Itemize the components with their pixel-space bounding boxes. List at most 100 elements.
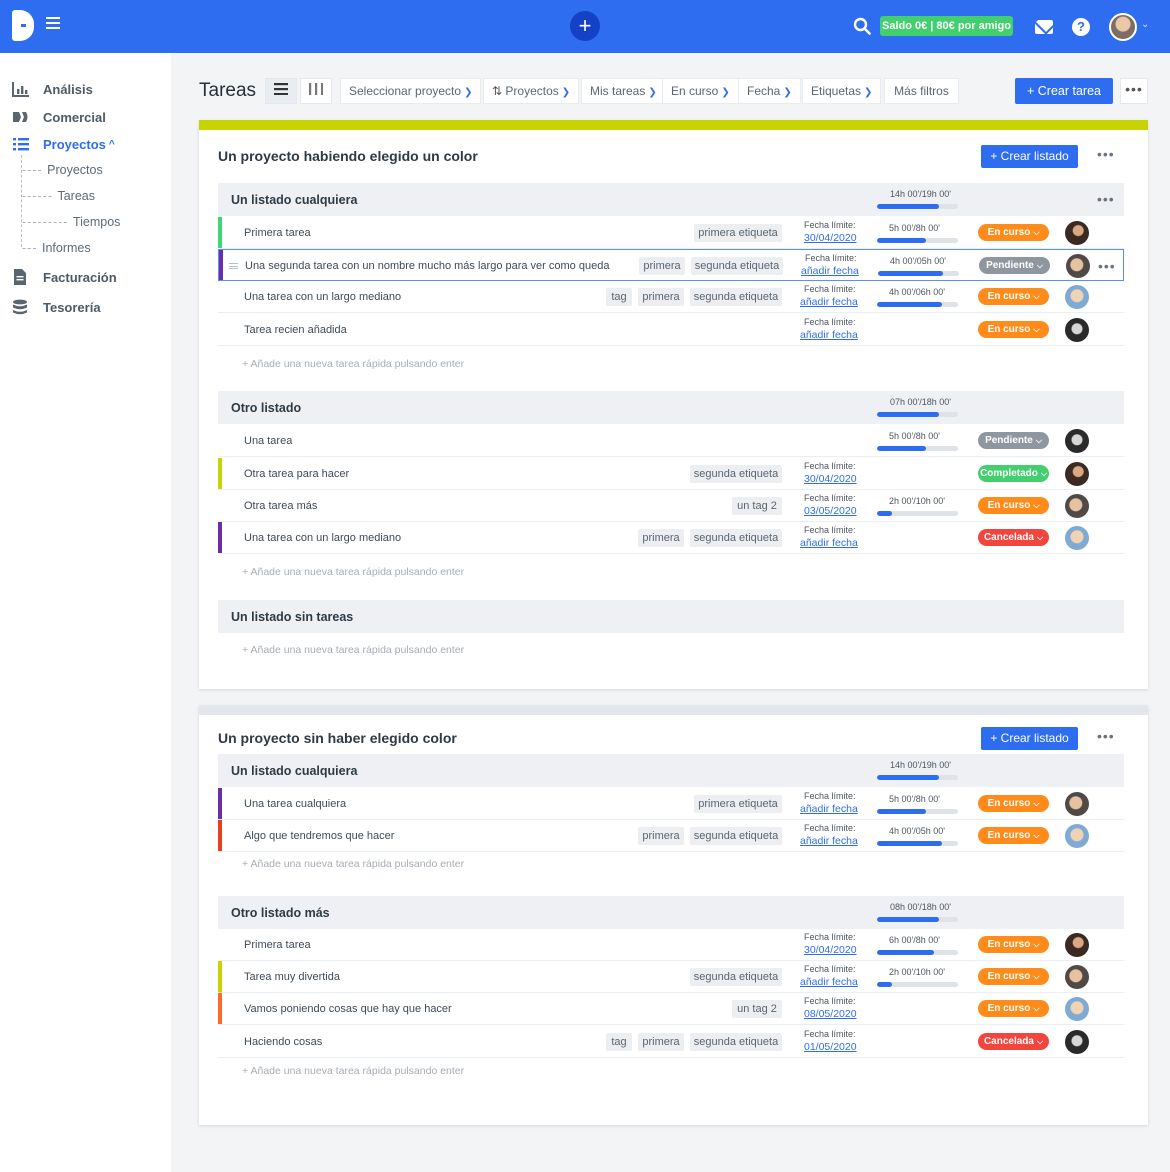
- balance-badge[interactable]: Saldo 0€ | 80€ por amigo: [880, 16, 1013, 36]
- mail-icon[interactable]: [1035, 20, 1053, 34]
- filter-date[interactable]: Fecha ❯: [738, 78, 801, 104]
- task-name[interactable]: Tarea muy divertida: [244, 971, 340, 983]
- help-icon[interactable]: ?: [1072, 18, 1090, 36]
- quick-add-task[interactable]: + Añade una nueva tarea rápida pulsando …: [242, 1065, 464, 1077]
- filter-project-select[interactable]: Seleccionar proyecto ❯: [340, 78, 482, 104]
- due-date-link[interactable]: añadir fecha: [800, 329, 858, 341]
- sidebar-subitem-informes[interactable]: --- Informes: [22, 241, 91, 255]
- task-tag[interactable]: primera: [638, 288, 684, 306]
- due-date-link[interactable]: 30/04/2020: [804, 473, 857, 485]
- assignee-avatar[interactable]: [1066, 254, 1090, 278]
- task-tag[interactable]: primera: [638, 1033, 684, 1051]
- filter-my-tasks[interactable]: Mis tareas ❯: [581, 78, 666, 104]
- list-view-button[interactable]: [265, 78, 297, 104]
- task-row[interactable]: Algo que tendremos que hacer segunda etiq…: [218, 820, 1124, 852]
- status-dropdown[interactable]: En curso ⌵: [978, 497, 1049, 514]
- task-row[interactable]: Una tarea 5h 00'/8h 00' Pendiente ⌵: [218, 425, 1124, 457]
- toolbar-more-button[interactable]: •••: [1120, 78, 1148, 104]
- task-name[interactable]: Algo que tendremos que hacer: [244, 830, 394, 842]
- task-row[interactable]: Otra tarea más un tag 2 Fecha límite: 03/05…: [218, 490, 1124, 522]
- task-row[interactable]: Primera tarea Fecha límite: 30/04/2020 6h 0…: [218, 929, 1124, 961]
- user-avatar[interactable]: [1109, 13, 1137, 41]
- task-tag[interactable]: tag: [606, 1033, 632, 1051]
- task-tag[interactable]: primera: [639, 257, 685, 275]
- filter-sort-projects[interactable]: ⇅ Proyectos ❯: [483, 78, 580, 104]
- task-name[interactable]: Haciendo cosas: [244, 1036, 322, 1048]
- due-date-link[interactable]: 30/04/2020: [804, 944, 857, 956]
- task-row[interactable]: Una tarea cualquiera primera etiqueta Fech…: [218, 788, 1124, 820]
- task-tag[interactable]: un tag 2: [732, 497, 782, 515]
- assignee-avatar[interactable]: [1065, 933, 1089, 957]
- task-name[interactable]: Una tarea cualquiera: [244, 798, 346, 810]
- status-dropdown[interactable]: Completado ⌵: [978, 465, 1049, 482]
- task-name[interactable]: Una tarea: [244, 435, 292, 447]
- status-dropdown[interactable]: Cancelada ⌵: [978, 529, 1049, 546]
- status-dropdown[interactable]: En curso ⌵: [978, 827, 1049, 844]
- task-name[interactable]: Una segunda tarea con un nombre mucho má…: [245, 260, 609, 272]
- status-dropdown[interactable]: Pendiente ⌵: [978, 432, 1049, 449]
- project-more-button[interactable]: •••: [1097, 146, 1115, 162]
- task-name[interactable]: Tarea recien añadida: [244, 324, 347, 336]
- status-dropdown[interactable]: Cancelada ⌵: [978, 1033, 1049, 1050]
- task-row[interactable]: Una tarea con un largo mediano segunda et…: [218, 281, 1124, 313]
- assignee-avatar[interactable]: [1065, 318, 1089, 342]
- task-tag[interactable]: primera: [638, 529, 684, 547]
- sidebar-item-comercial[interactable]: Comercial: [12, 107, 106, 127]
- task-row[interactable]: Vamos poniendo cosas que hay que hacer un…: [218, 993, 1124, 1025]
- due-date-link[interactable]: añadir fecha: [800, 803, 858, 815]
- task-row[interactable]: Tarea recien añadida Fecha límite: añadir …: [218, 314, 1124, 346]
- task-row[interactable]: Una tarea con un largo mediano segunda et…: [218, 522, 1124, 554]
- create-list-button[interactable]: + Crear listado: [981, 727, 1078, 750]
- chevron-down-icon[interactable]: ⌄: [1141, 19, 1149, 30]
- task-row[interactable]: Primera tarea primera etiqueta Fecha límit…: [218, 217, 1124, 249]
- task-tag[interactable]: segunda etiqueta: [690, 529, 782, 547]
- status-dropdown[interactable]: En curso ⌵: [978, 321, 1049, 338]
- sidebar-subitem-tiempos[interactable]: --------- Tiempos: [22, 215, 120, 229]
- assignee-avatar[interactable]: [1065, 965, 1089, 989]
- quick-add-button[interactable]: +: [570, 11, 600, 41]
- assignee-avatar[interactable]: [1065, 285, 1089, 309]
- filter-status[interactable]: En curso ❯: [662, 78, 739, 104]
- status-dropdown[interactable]: En curso ⌵: [978, 1000, 1049, 1017]
- list-more-button[interactable]: •••: [1097, 191, 1115, 207]
- sidebar-item-analisis[interactable]: Análisis: [12, 79, 93, 99]
- due-date-link[interactable]: añadir fecha: [800, 296, 858, 308]
- search-icon[interactable]: [853, 17, 871, 35]
- project-more-button[interactable]: •••: [1097, 728, 1115, 744]
- due-date-link[interactable]: 01/05/2020: [804, 1041, 857, 1053]
- assignee-avatar[interactable]: [1065, 1030, 1089, 1054]
- task-name[interactable]: Otra tarea más: [244, 500, 317, 512]
- task-name[interactable]: Vamos poniendo cosas que hay que hacer: [244, 1003, 452, 1015]
- task-name[interactable]: Una tarea con un largo mediano: [244, 291, 401, 303]
- quick-add-task[interactable]: + Añade una nueva tarea rápida pulsando …: [242, 644, 464, 656]
- due-date-link[interactable]: 30/04/2020: [804, 232, 857, 244]
- task-name[interactable]: Primera tarea: [244, 227, 311, 239]
- quick-add-task[interactable]: + Añade una nueva tarea rápida pulsando …: [242, 358, 464, 370]
- assignee-avatar[interactable]: [1065, 429, 1089, 453]
- assignee-avatar[interactable]: [1065, 792, 1089, 816]
- due-date-link[interactable]: 03/05/2020: [804, 505, 857, 517]
- menu-icon[interactable]: [46, 17, 60, 29]
- task-tag[interactable]: segunda etiqueta: [690, 288, 782, 306]
- assignee-avatar[interactable]: [1065, 997, 1089, 1021]
- task-row[interactable]: Una segunda tarea con un nombre mucho má…: [218, 249, 1124, 281]
- sidebar-subitem-tareas[interactable]: ------ Tareas: [22, 189, 95, 203]
- app-logo[interactable]: [12, 10, 34, 41]
- task-row[interactable]: Haciendo cosas segunda etiqueta primera tag…: [218, 1026, 1124, 1058]
- task-tag[interactable]: segunda etiqueta: [690, 465, 782, 483]
- task-tag[interactable]: segunda etiqueta: [690, 827, 782, 845]
- quick-add-task[interactable]: + Añade una nueva tarea rápida pulsando …: [242, 566, 464, 578]
- task-name[interactable]: Otra tarea para hacer: [244, 468, 349, 480]
- assignee-avatar[interactable]: [1065, 221, 1089, 245]
- task-tag[interactable]: segunda etiqueta: [690, 968, 782, 986]
- task-name[interactable]: Primera tarea: [244, 939, 311, 951]
- sidebar-subitem-proyectos[interactable]: ---- Proyectos: [22, 163, 103, 177]
- due-date-link[interactable]: añadir fecha: [801, 265, 859, 277]
- due-date-link[interactable]: 08/05/2020: [804, 1008, 857, 1020]
- assignee-avatar[interactable]: [1065, 494, 1089, 518]
- assignee-avatar[interactable]: [1065, 526, 1089, 550]
- create-list-button[interactable]: + Crear listado: [981, 145, 1078, 168]
- status-dropdown[interactable]: En curso ⌵: [978, 936, 1049, 953]
- due-date-link[interactable]: añadir fecha: [800, 835, 858, 847]
- filter-tags[interactable]: Etiquetas ❯: [802, 78, 882, 104]
